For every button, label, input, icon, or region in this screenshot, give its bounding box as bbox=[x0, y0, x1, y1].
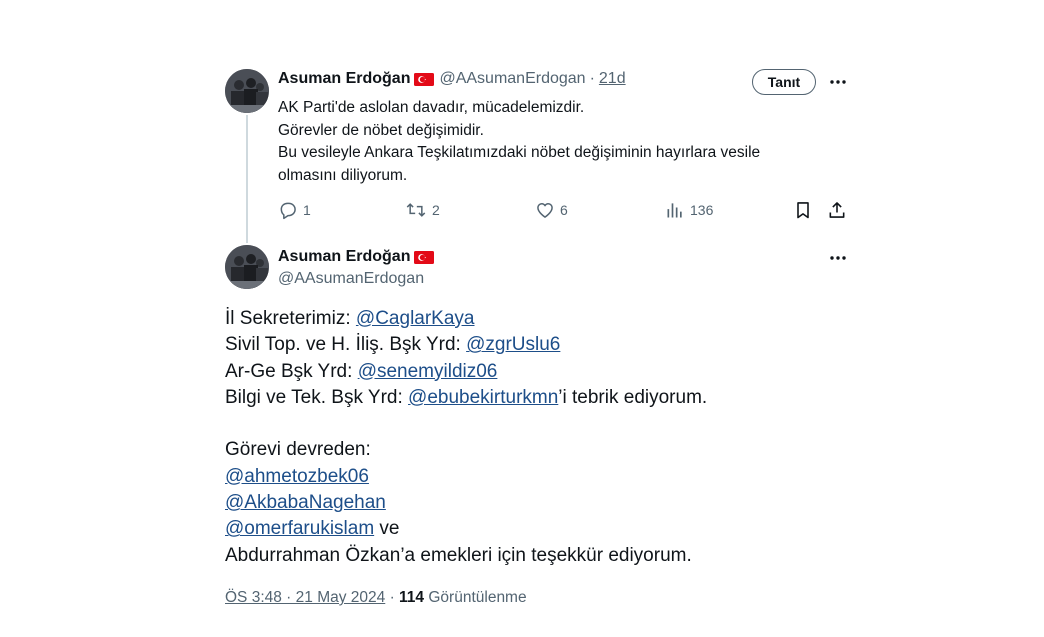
retweet-count: 2 bbox=[432, 202, 440, 218]
tweet-timestamp[interactable]: ÖS 3:48 · 21 May 2024 bbox=[225, 589, 385, 606]
tweet-meta: ÖS 3:48 · 21 May 2024 · 114 Görüntülenme bbox=[225, 589, 527, 607]
views-icon bbox=[667, 203, 682, 218]
reply-tweet-text: AK Parti'de aslolan davadır, mücadelemiz… bbox=[278, 97, 760, 187]
reply-tweet-header: Asuman Erdoğan @AAsumanErdogan · 21d bbox=[278, 70, 626, 88]
mention-link[interactable]: @ahmetozbek06 bbox=[225, 466, 369, 487]
text-span: Ar-Ge Bşk Yrd: bbox=[225, 360, 358, 382]
retweet-icon bbox=[406, 203, 426, 217]
tweet-line: @omerfarukislam ve bbox=[225, 516, 707, 542]
share-button[interactable] bbox=[827, 200, 847, 225]
text-span: Abdurrahman Özkan’a emekleri için teşekk… bbox=[225, 544, 692, 566]
author-handle[interactable]: @AAsumanErdogan bbox=[278, 270, 424, 288]
text-span: Bilgi ve Tek. Bşk Yrd: bbox=[225, 386, 409, 408]
tweet-line: Ar-Ge Bşk Yrd: @senemyildiz06 bbox=[225, 359, 707, 385]
mention-link[interactable]: @ebubekirturkmn bbox=[408, 387, 558, 408]
tweet-line: Görevi devreden: bbox=[225, 437, 707, 463]
avatar[interactable] bbox=[225, 245, 269, 289]
mention-link[interactable]: @omerfarukislam bbox=[225, 518, 374, 539]
more-icon[interactable] bbox=[827, 74, 849, 90]
like-button[interactable]: 6 bbox=[535, 200, 568, 220]
bookmark-icon bbox=[797, 202, 809, 219]
author-name[interactable]: Asuman Erdoğan bbox=[278, 248, 410, 266]
views-button[interactable]: 136 bbox=[665, 200, 713, 220]
author-handle[interactable]: @AAsumanErdogan bbox=[439, 70, 585, 88]
tweet-line: Sivil Top. ve H. İliş. Bşk Yrd: @zgrUslu… bbox=[225, 332, 707, 358]
thread-connector-line bbox=[246, 115, 248, 243]
avatar-photo-icon bbox=[225, 245, 269, 289]
views-count: 136 bbox=[690, 202, 714, 218]
reply-text-line: Görevler de nöbet değişimidir. bbox=[278, 121, 484, 139]
bookmark-button[interactable] bbox=[793, 200, 813, 225]
like-count: 6 bbox=[560, 202, 568, 218]
reply-text-line: Bu vesileyle Ankara Teşkilatımızdaki nöb… bbox=[278, 144, 761, 161]
tweet-line: Abdurrahman Özkan’a emekleri için teşekk… bbox=[225, 543, 707, 569]
more-icon[interactable] bbox=[827, 250, 849, 266]
share-icon bbox=[829, 202, 845, 218]
text-span: Görevi devreden: bbox=[225, 439, 371, 461]
time-ago[interactable]: 21d bbox=[599, 70, 626, 88]
mention-link[interactable]: @senemyildiz06 bbox=[358, 361, 498, 382]
author-name[interactable]: Asuman Erdoğan bbox=[278, 70, 410, 88]
dot-separator: · bbox=[589, 70, 595, 87]
mention-link[interactable]: @zgrUslu6 bbox=[466, 334, 560, 355]
reply-text-line: AK Parti'de aslolan davadır, mücadelemiz… bbox=[278, 99, 585, 116]
text-span: ’i tebrik ediyorum. bbox=[558, 386, 708, 408]
follow-button[interactable]: Tanıt bbox=[752, 69, 816, 95]
mention-link[interactable]: @AkbabaNagehan bbox=[225, 492, 386, 513]
reply-text-line: olmasını diliyorum. bbox=[278, 166, 408, 184]
meta-separator: · bbox=[385, 589, 400, 606]
turkey-flag-icon bbox=[414, 250, 435, 264]
views-label: Görüntülenme bbox=[424, 589, 527, 606]
turkey-flag-icon bbox=[414, 72, 435, 86]
tweet-line: @AkbabaNagehan bbox=[225, 490, 707, 516]
retweet-button[interactable]: 2 bbox=[405, 200, 440, 220]
main-tweet-text: İl Sekreterimiz: @CaglarKaya Sivil Top. … bbox=[225, 306, 707, 569]
reply-count: 1 bbox=[303, 202, 311, 218]
avatar[interactable] bbox=[225, 69, 269, 113]
reply-icon bbox=[280, 202, 296, 220]
text-span: Sivil Top. ve H. İliş. Bşk Yrd: bbox=[225, 334, 467, 356]
text-span: ve bbox=[374, 518, 400, 540]
tweet-line: Bilgi ve Tek. Bşk Yrd: @ebubekirturkmn’i… bbox=[225, 385, 707, 411]
like-icon bbox=[537, 203, 553, 218]
main-tweet-header: Asuman Erdoğan bbox=[278, 248, 435, 266]
reply-button[interactable]: 1 bbox=[278, 200, 311, 220]
text-span: İl Sekreterimiz: bbox=[225, 308, 356, 329]
tweet-line: İl Sekreterimiz: @CaglarKaya bbox=[225, 306, 707, 332]
mention-link[interactable]: @CaglarKaya bbox=[356, 308, 475, 329]
tweet-line: @ahmetozbek06 bbox=[225, 464, 707, 490]
avatar-photo-icon bbox=[225, 69, 269, 113]
views-total: 114 bbox=[399, 589, 425, 606]
